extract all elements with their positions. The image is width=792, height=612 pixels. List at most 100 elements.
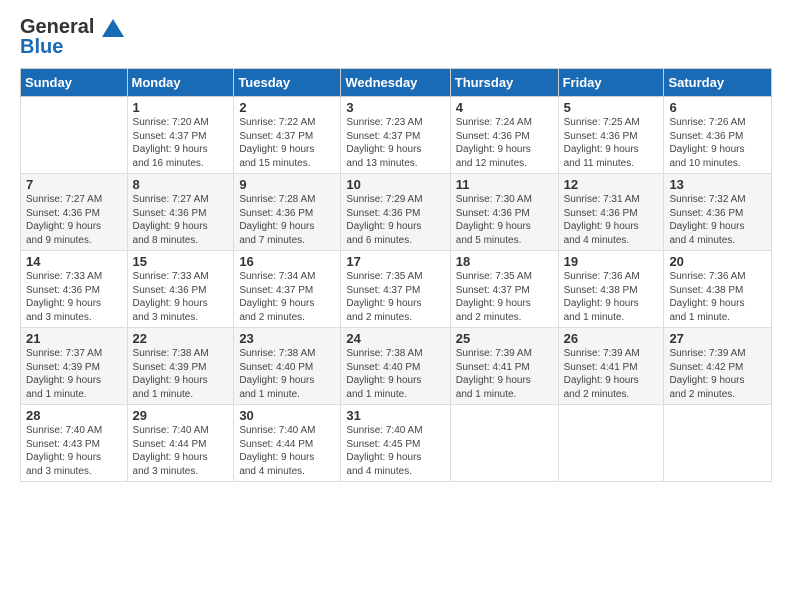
day-number: 27 <box>669 331 766 346</box>
day-info: Sunrise: 7:26 AMSunset: 4:36 PMDaylight:… <box>669 116 766 170</box>
calendar-cell: 26Sunrise: 7:39 AMSunset: 4:41 PMDayligh… <box>558 328 664 405</box>
day-info: Sunrise: 7:38 AMSunset: 4:40 PMDaylight:… <box>346 347 444 401</box>
day-info: Sunrise: 7:36 AMSunset: 4:38 PMDaylight:… <box>564 270 659 324</box>
calendar-cell: 13Sunrise: 7:32 AMSunset: 4:36 PMDayligh… <box>664 174 772 251</box>
day-number: 6 <box>669 100 766 115</box>
day-info: Sunrise: 7:39 AMSunset: 4:41 PMDaylight:… <box>564 347 659 401</box>
calendar-cell: 28Sunrise: 7:40 AMSunset: 4:43 PMDayligh… <box>21 405 128 482</box>
week-row-2: 7Sunrise: 7:27 AMSunset: 4:36 PMDaylight… <box>21 174 772 251</box>
week-row-3: 14Sunrise: 7:33 AMSunset: 4:36 PMDayligh… <box>21 251 772 328</box>
day-info: Sunrise: 7:27 AMSunset: 4:36 PMDaylight:… <box>26 193 122 247</box>
calendar-cell: 15Sunrise: 7:33 AMSunset: 4:36 PMDayligh… <box>127 251 234 328</box>
calendar-cell: 1Sunrise: 7:20 AMSunset: 4:37 PMDaylight… <box>127 97 234 174</box>
day-header-wednesday: Wednesday <box>341 69 450 97</box>
day-info: Sunrise: 7:33 AMSunset: 4:36 PMDaylight:… <box>26 270 122 324</box>
day-info: Sunrise: 7:39 AMSunset: 4:41 PMDaylight:… <box>456 347 553 401</box>
calendar-cell: 4Sunrise: 7:24 AMSunset: 4:36 PMDaylight… <box>450 97 558 174</box>
calendar-cell: 18Sunrise: 7:35 AMSunset: 4:37 PMDayligh… <box>450 251 558 328</box>
day-number: 11 <box>456 177 553 192</box>
calendar-cell: 30Sunrise: 7:40 AMSunset: 4:44 PMDayligh… <box>234 405 341 482</box>
calendar-cell <box>664 405 772 482</box>
day-info: Sunrise: 7:35 AMSunset: 4:37 PMDaylight:… <box>346 270 444 324</box>
day-header-sunday: Sunday <box>21 69 128 97</box>
day-number: 5 <box>564 100 659 115</box>
calendar-cell: 21Sunrise: 7:37 AMSunset: 4:39 PMDayligh… <box>21 328 128 405</box>
day-info: Sunrise: 7:40 AMSunset: 4:45 PMDaylight:… <box>346 424 444 478</box>
day-number: 30 <box>239 408 335 423</box>
day-info: Sunrise: 7:25 AMSunset: 4:36 PMDaylight:… <box>564 116 659 170</box>
day-header-tuesday: Tuesday <box>234 69 341 97</box>
week-row-5: 28Sunrise: 7:40 AMSunset: 4:43 PMDayligh… <box>21 405 772 482</box>
day-number: 10 <box>346 177 444 192</box>
calendar-cell: 31Sunrise: 7:40 AMSunset: 4:45 PMDayligh… <box>341 405 450 482</box>
day-number: 7 <box>26 177 122 192</box>
day-header-friday: Friday <box>558 69 664 97</box>
day-number: 8 <box>133 177 229 192</box>
day-number: 9 <box>239 177 335 192</box>
day-info: Sunrise: 7:29 AMSunset: 4:36 PMDaylight:… <box>346 193 444 247</box>
day-number: 4 <box>456 100 553 115</box>
calendar-cell <box>450 405 558 482</box>
day-info: Sunrise: 7:38 AMSunset: 4:40 PMDaylight:… <box>239 347 335 401</box>
day-number: 17 <box>346 254 444 269</box>
day-number: 1 <box>133 100 229 115</box>
day-info: Sunrise: 7:40 AMSunset: 4:44 PMDaylight:… <box>133 424 229 478</box>
calendar-cell <box>558 405 664 482</box>
day-number: 18 <box>456 254 553 269</box>
day-header-saturday: Saturday <box>664 69 772 97</box>
day-number: 23 <box>239 331 335 346</box>
calendar-cell: 22Sunrise: 7:38 AMSunset: 4:39 PMDayligh… <box>127 328 234 405</box>
day-info: Sunrise: 7:20 AMSunset: 4:37 PMDaylight:… <box>133 116 229 170</box>
day-info: Sunrise: 7:40 AMSunset: 4:43 PMDaylight:… <box>26 424 122 478</box>
calendar-cell: 6Sunrise: 7:26 AMSunset: 4:36 PMDaylight… <box>664 97 772 174</box>
calendar-cell: 23Sunrise: 7:38 AMSunset: 4:40 PMDayligh… <box>234 328 341 405</box>
day-info: Sunrise: 7:36 AMSunset: 4:38 PMDaylight:… <box>669 270 766 324</box>
calendar-cell: 7Sunrise: 7:27 AMSunset: 4:36 PMDaylight… <box>21 174 128 251</box>
day-number: 16 <box>239 254 335 269</box>
day-number: 2 <box>239 100 335 115</box>
day-number: 26 <box>564 331 659 346</box>
logo-text: General Blue <box>20 16 126 58</box>
calendar-cell: 25Sunrise: 7:39 AMSunset: 4:41 PMDayligh… <box>450 328 558 405</box>
day-info: Sunrise: 7:23 AMSunset: 4:37 PMDaylight:… <box>346 116 444 170</box>
calendar-cell: 19Sunrise: 7:36 AMSunset: 4:38 PMDayligh… <box>558 251 664 328</box>
calendar-cell: 17Sunrise: 7:35 AMSunset: 4:37 PMDayligh… <box>341 251 450 328</box>
calendar-cell <box>21 97 128 174</box>
calendar-cell: 20Sunrise: 7:36 AMSunset: 4:38 PMDayligh… <box>664 251 772 328</box>
calendar-cell: 2Sunrise: 7:22 AMSunset: 4:37 PMDaylight… <box>234 97 341 174</box>
day-info: Sunrise: 7:30 AMSunset: 4:36 PMDaylight:… <box>456 193 553 247</box>
calendar-cell: 16Sunrise: 7:34 AMSunset: 4:37 PMDayligh… <box>234 251 341 328</box>
day-number: 19 <box>564 254 659 269</box>
logo-blue: Blue <box>20 36 126 58</box>
day-number: 14 <box>26 254 122 269</box>
header: General Blue <box>20 16 772 58</box>
day-info: Sunrise: 7:24 AMSunset: 4:36 PMDaylight:… <box>456 116 553 170</box>
week-row-4: 21Sunrise: 7:37 AMSunset: 4:39 PMDayligh… <box>21 328 772 405</box>
day-number: 13 <box>669 177 766 192</box>
day-number: 25 <box>456 331 553 346</box>
header-row: SundayMondayTuesdayWednesdayThursdayFrid… <box>21 69 772 97</box>
day-number: 20 <box>669 254 766 269</box>
day-info: Sunrise: 7:35 AMSunset: 4:37 PMDaylight:… <box>456 270 553 324</box>
calendar-cell: 27Sunrise: 7:39 AMSunset: 4:42 PMDayligh… <box>664 328 772 405</box>
day-number: 21 <box>26 331 122 346</box>
day-info: Sunrise: 7:28 AMSunset: 4:36 PMDaylight:… <box>239 193 335 247</box>
day-info: Sunrise: 7:39 AMSunset: 4:42 PMDaylight:… <box>669 347 766 401</box>
calendar-cell: 3Sunrise: 7:23 AMSunset: 4:37 PMDaylight… <box>341 97 450 174</box>
day-number: 28 <box>26 408 122 423</box>
day-info: Sunrise: 7:33 AMSunset: 4:36 PMDaylight:… <box>133 270 229 324</box>
calendar-cell: 24Sunrise: 7:38 AMSunset: 4:40 PMDayligh… <box>341 328 450 405</box>
calendar-cell: 11Sunrise: 7:30 AMSunset: 4:36 PMDayligh… <box>450 174 558 251</box>
day-info: Sunrise: 7:38 AMSunset: 4:39 PMDaylight:… <box>133 347 229 401</box>
logo-icon <box>102 19 124 37</box>
calendar-cell: 8Sunrise: 7:27 AMSunset: 4:36 PMDaylight… <box>127 174 234 251</box>
day-info: Sunrise: 7:27 AMSunset: 4:36 PMDaylight:… <box>133 193 229 247</box>
day-number: 15 <box>133 254 229 269</box>
day-info: Sunrise: 7:40 AMSunset: 4:44 PMDaylight:… <box>239 424 335 478</box>
day-header-thursday: Thursday <box>450 69 558 97</box>
day-number: 12 <box>564 177 659 192</box>
calendar-cell: 5Sunrise: 7:25 AMSunset: 4:36 PMDaylight… <box>558 97 664 174</box>
day-number: 31 <box>346 408 444 423</box>
day-info: Sunrise: 7:37 AMSunset: 4:39 PMDaylight:… <box>26 347 122 401</box>
day-header-monday: Monday <box>127 69 234 97</box>
